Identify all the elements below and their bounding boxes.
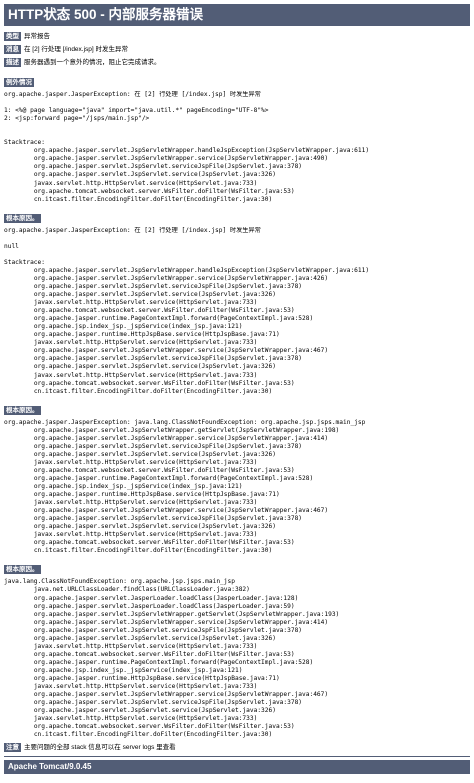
type-row: 类型 异常报告 — [4, 32, 470, 41]
note-row: 注意 主要问题的全部 stack 信息可以在 server logs 里查看 — [4, 743, 470, 753]
root-cause-stacktrace: org.apache.jasper.JasperException: 在 [2]… — [4, 226, 370, 395]
divider — [4, 756, 470, 758]
message-row: 消息在 [2] 行处理 [/index.jsp] 时发生异常 — [4, 45, 470, 54]
server-footer: Apache Tomcat/9.0.45 — [4, 760, 470, 775]
type-value: 异常报告 — [24, 33, 50, 40]
root-cause-label: 根本原因。 — [4, 213, 41, 223]
root-cause-label: 根本原因。 — [4, 405, 41, 415]
type-label: 类型 — [4, 32, 21, 41]
error-page: HTTP状态 500 - 内部服务器错误 类型 异常报告 消息在 [2] 行处理 … — [0, 0, 474, 775]
note-label: 注意 — [4, 743, 21, 753]
description-label: 描述 — [4, 58, 21, 67]
description-value: 服务器遇到一个意外的情况，阻止它完成请求。 — [24, 59, 161, 66]
note-value: 主要问题的全部 stack 信息可以在 server logs 里查看 — [24, 744, 176, 752]
description-row: 描述 服务器遇到一个意外的情况，阻止它完成请求。 — [4, 58, 470, 67]
message-value: 在 [2] 行处理 [/index.jsp] 时发生异常 — [24, 46, 129, 53]
message-label: 消息 — [4, 45, 21, 54]
root-cause-stacktrace: org.apache.jasper.JasperException: java.… — [4, 418, 366, 555]
exception-stacktrace: org.apache.jasper.JasperException: 在 [2]… — [4, 91, 370, 203]
root-cause-stacktrace: java.lang.ClassNotFoundException: org.ap… — [4, 578, 340, 739]
page-title: HTTP状态 500 - 内部服务器错误 — [4, 4, 470, 26]
exception-label: 例外情况 — [4, 78, 34, 87]
root-cause-label: 根本原因。 — [4, 565, 41, 575]
